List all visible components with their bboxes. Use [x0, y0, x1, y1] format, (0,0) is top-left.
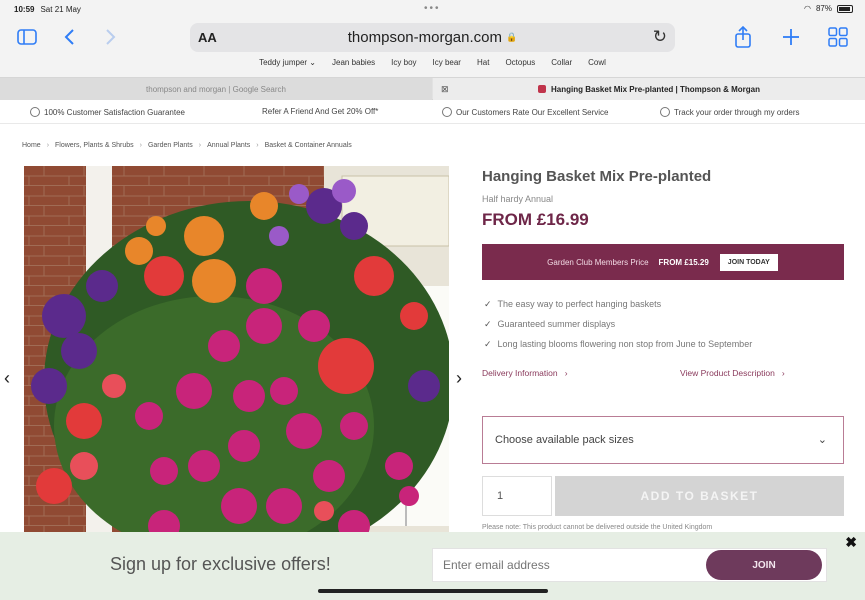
tab-google-search[interactable]: thompson and morgan | Google Search: [0, 78, 432, 100]
close-tab-icon[interactable]: ⊠: [441, 84, 449, 95]
favorite-link[interactable]: Cowl: [588, 58, 606, 76]
breadcrumb-item[interactable]: Garden Plants: [148, 142, 193, 149]
usp-text: Our Customers Rate Our Excellent Service: [456, 107, 609, 117]
garden-club-banner: Garden Club Members Price FROM £15.29 JO…: [482, 244, 844, 280]
usp-text: Track your order through my orders: [674, 107, 800, 117]
tab-bar: thompson and morgan | Google Search ⊠ Ha…: [0, 77, 865, 100]
favorite-link[interactable]: Icy boy: [391, 58, 416, 76]
usp-item[interactable]: Our Customers Rate Our Excellent Service: [442, 107, 609, 117]
breadcrumb-item[interactable]: Flowers, Plants & Shrubs: [55, 142, 134, 149]
lock-icon: 🔒: [506, 32, 518, 42]
link-text: View Product Description: [680, 368, 775, 378]
close-icon[interactable]: ✖: [845, 534, 857, 551]
address-bar[interactable]: AA thompson-morgan.com 🔒 ↻: [190, 23, 675, 52]
guarantee-icon: [30, 107, 40, 117]
screen: 10:59 Sat 21 May ••• ◠ 87% AA thompson-m…: [0, 0, 865, 600]
pack-size-select[interactable]: Choose available pack sizes ⌄: [482, 416, 844, 464]
favicon-icon: [538, 85, 547, 93]
favorite-link[interactable]: Collar: [551, 58, 572, 76]
list-item: ✓ Long lasting blooms flowering non stop …: [484, 334, 752, 354]
rating-icon: [442, 107, 452, 117]
signup-text: Sign up for exclusive offers!: [110, 554, 331, 574]
tab-title: Hanging Basket Mix Pre-planted | Thompso…: [551, 84, 760, 94]
list-item: ✓ The easy way to perfect hanging baskets: [484, 294, 752, 314]
multitask-dots[interactable]: •••: [424, 3, 441, 14]
url-text: thompson-morgan.com: [347, 29, 502, 46]
chevron-right-icon[interactable]: [98, 24, 124, 50]
status-date: Sat 21 May: [40, 4, 81, 14]
add-to-basket-button[interactable]: ADD TO BASKET: [555, 476, 844, 516]
check-icon: ✓: [484, 338, 492, 349]
gallery-next-icon[interactable]: ›: [456, 368, 462, 389]
status-bar: 10:59 Sat 21 May ••• ◠ 87%: [0, 0, 865, 18]
chevron-left-icon[interactable]: [56, 24, 82, 50]
view-description-link[interactable]: View Product Description ›: [680, 368, 785, 378]
tab-product-page[interactable]: ⊠ Hanging Basket Mix Pre-planted | Thomp…: [433, 78, 865, 100]
status-time: 10:59: [14, 4, 35, 14]
benefit-text: The easy way to perfect hanging baskets: [497, 299, 662, 309]
web-page: 100% Customer Satisfaction Guarantee Ref…: [0, 100, 865, 600]
favorite-link[interactable]: Octopus: [505, 58, 535, 76]
usp-item[interactable]: Track your order through my orders: [660, 107, 800, 117]
chevron-right-icon: ›: [777, 368, 785, 378]
product-subtitle: Half hardy Annual: [482, 194, 554, 204]
breadcrumb-item[interactable]: Home: [22, 142, 41, 149]
breadcrumb-separator: ›: [198, 142, 202, 149]
benefit-text: Long lasting blooms flowering non stop f…: [497, 339, 753, 349]
battery-level: 87%: [815, 4, 832, 13]
breadcrumb-separator: ›: [46, 142, 50, 149]
breadcrumb-item[interactable]: Annual Plants: [207, 142, 250, 149]
chevron-down-icon: ⌄: [817, 434, 827, 446]
usp-bar: 100% Customer Satisfaction Guarantee Ref…: [0, 100, 865, 124]
breadcrumb: Home › Flowers, Plants & Shrubs › Garden P…: [22, 142, 352, 149]
product-image[interactable]: [24, 166, 449, 566]
favorite-link[interactable]: Jean babies: [332, 58, 375, 76]
favorites-bar: Teddy jumper ⌄ Jean babies Icy boy Icy b…: [0, 58, 865, 76]
product-title: Hanging Basket Mix Pre-planted: [482, 168, 712, 185]
favorite-link[interactable]: Hat: [477, 58, 489, 76]
check-icon: ✓: [484, 298, 492, 309]
usp-text: Refer A Friend And Get 20% Off*: [262, 107, 379, 116]
hanging-basket-illustration: [24, 166, 449, 566]
gallery-prev-icon[interactable]: ‹: [4, 368, 10, 389]
product-info: Hanging Basket Mix Pre-planted Half hard…: [482, 168, 844, 229]
club-price: FROM £15.29: [658, 257, 709, 267]
battery-icon: [837, 4, 853, 13]
check-icon: ✓: [484, 318, 492, 329]
share-icon[interactable]: [730, 24, 756, 50]
favorite-link[interactable]: Icy bear: [433, 58, 461, 76]
usp-text: 100% Customer Satisfaction Guarantee: [44, 107, 185, 117]
truck-icon: [660, 107, 670, 117]
text-size-button[interactable]: AA: [198, 30, 217, 45]
product-price: FROM £16.99: [482, 210, 589, 229]
usp-item[interactable]: 100% Customer Satisfaction Guarantee: [30, 107, 185, 117]
tab-grid-icon[interactable]: [825, 24, 851, 50]
quantity-value: 1: [497, 490, 504, 502]
delivery-information-link[interactable]: Delivery Information ›: [482, 368, 568, 378]
reload-icon[interactable]: ↻: [653, 27, 667, 47]
chevron-right-icon: ›: [559, 368, 568, 378]
benefit-text: Guaranteed summer displays: [497, 319, 616, 329]
list-item: ✓ Guaranteed summer displays: [484, 314, 752, 334]
home-indicator[interactable]: [318, 589, 548, 593]
sidebar-icon[interactable]: [14, 24, 40, 50]
join-button[interactable]: JOIN: [706, 550, 822, 580]
benefit-list: ✓ The easy way to perfect hanging baskets…: [484, 294, 752, 354]
tab-title: thompson and morgan | Google Search: [146, 84, 286, 94]
club-text: Garden Club Members Price: [547, 257, 649, 267]
browser-toolbar: AA thompson-morgan.com 🔒 ↻: [0, 18, 865, 58]
wifi-icon: ◠: [804, 4, 811, 13]
breadcrumb-separator: ›: [139, 142, 142, 149]
join-today-button[interactable]: JOIN TODAY: [718, 252, 779, 272]
delivery-notice: Please note: This product cannot be deli…: [482, 524, 713, 531]
status-indicators: ◠ 87%: [804, 4, 853, 13]
favorite-link[interactable]: Teddy jumper ⌄: [259, 58, 316, 76]
breadcrumb-item[interactable]: Basket & Container Annuals: [265, 142, 352, 149]
quantity-input[interactable]: 1: [482, 476, 552, 516]
plus-icon[interactable]: [778, 24, 804, 50]
select-value: Choose available pack sizes: [495, 434, 634, 446]
link-text: Delivery Information: [482, 368, 558, 378]
usp-item[interactable]: Refer A Friend And Get 20% Off*: [262, 107, 378, 116]
breadcrumb-separator: ›: [256, 142, 259, 149]
